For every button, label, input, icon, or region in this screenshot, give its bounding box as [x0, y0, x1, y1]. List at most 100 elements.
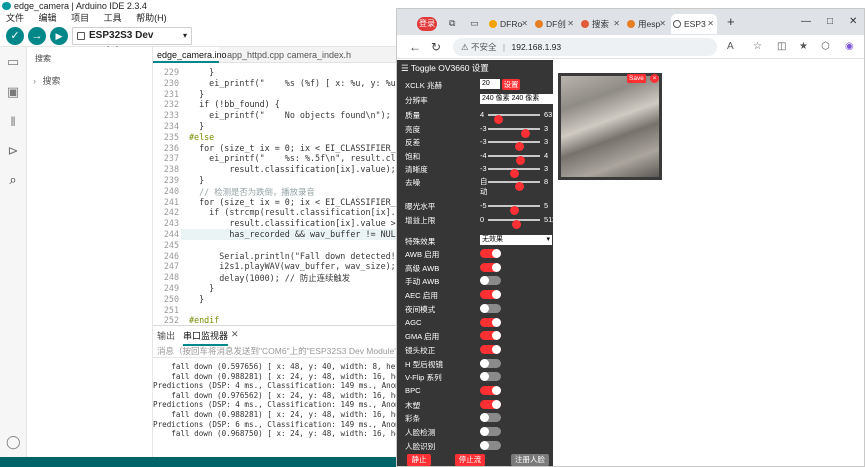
profile-icon[interactable]: ◯	[6, 435, 21, 449]
toggle-label: 高级 AWB	[405, 263, 440, 273]
toggle-switch[interactable]	[480, 386, 501, 395]
slider-track[interactable]	[488, 154, 540, 165]
close-tab-icon[interactable]: ✕	[659, 14, 666, 34]
xclk-set-button[interactable]: 设置	[502, 79, 520, 90]
not-secure-label: 不安全	[471, 42, 497, 52]
menu-tools[interactable]: 工具	[104, 12, 122, 25]
board-manager-icon[interactable]: ▣	[6, 85, 20, 99]
toggle-switch[interactable]	[480, 249, 501, 258]
back-icon[interactable]: ←	[409, 40, 421, 54]
toggle-switch[interactable]	[480, 344, 501, 354]
browser-tab-3[interactable]: 搜索 ✕	[579, 14, 623, 34]
ide-toolbar: ✓ → ▶ ESP32S3 Dev Module ▾	[0, 25, 400, 57]
line-number: 244	[163, 229, 179, 239]
slider-track[interactable]	[488, 205, 540, 215]
save-button[interactable]: Save	[627, 74, 646, 83]
toggle-label: 彩条	[405, 414, 421, 424]
tab-edge-camera[interactable]: edge_camera.ino	[153, 47, 227, 63]
new-tab-icon[interactable]: +	[727, 14, 735, 29]
copilot-icon[interactable]: ◉	[845, 41, 854, 52]
close-icon[interactable]: ✕	[231, 329, 239, 340]
debug-button[interactable]: ▶	[50, 27, 68, 45]
toggle-switch[interactable]	[480, 399, 501, 409]
tab-actions-icon[interactable]: ▭	[470, 18, 479, 29]
toggle-switch[interactable]	[480, 413, 501, 423]
toggle-switch[interactable]	[480, 440, 501, 450]
tab-output[interactable]: 输出	[157, 329, 175, 342]
effect-select[interactable]: 无效果 ▾	[480, 235, 552, 245]
close-tab-icon[interactable]: ✕	[707, 14, 714, 34]
denoise-thumb[interactable]	[515, 182, 525, 191]
split-screen-icon[interactable]: ◫	[777, 41, 786, 52]
toggle-switch[interactable]	[480, 331, 501, 341]
verify-button[interactable]: ✓	[6, 27, 24, 45]
folder-icon[interactable]: ▭	[6, 55, 20, 69]
enroll-face-button[interactable]: 注册人脸	[511, 454, 549, 466]
toggle-label: 人脸检测	[405, 428, 436, 438]
close-stream-button[interactable]: ×	[650, 74, 659, 83]
search-input[interactable]: › 搜索	[33, 74, 145, 88]
browser-tab-active[interactable]: ESP3 ✕	[671, 14, 717, 34]
stop-stream-button[interactable]: 停止流	[455, 454, 485, 466]
toggle-switch[interactable]	[480, 372, 501, 382]
extensions-icon[interactable]: ⬡	[821, 41, 830, 52]
resolution-select[interactable]: 240 像素 240 像素	[480, 94, 558, 104]
xclk-input[interactable]: 20	[480, 79, 500, 89]
denoise-min: 自动	[480, 177, 488, 196]
toggle-switch[interactable]	[480, 290, 501, 300]
close-tab-icon[interactable]: ✕	[567, 14, 574, 34]
minimize-icon[interactable]: —	[801, 16, 811, 27]
settings-toggle-title[interactable]: ☰ Toggle OV3660 设置	[401, 62, 489, 74]
toggle-label: 木塑	[405, 400, 421, 410]
menu-project[interactable]: 项目	[71, 12, 89, 25]
debug-icon[interactable]: ⊳	[6, 144, 20, 158]
favorite-icon[interactable]: ☆	[753, 41, 762, 52]
board-selector[interactable]: ESP32S3 Dev Module ▾	[72, 27, 192, 57]
ide-statusbar	[0, 457, 400, 467]
toggle-switch[interactable]	[480, 317, 501, 327]
maximize-icon[interactable]: □	[827, 16, 833, 27]
favorites-icon[interactable]: ★	[799, 41, 808, 52]
login-button[interactable]: 登录	[417, 17, 437, 31]
slider-track[interactable]	[488, 141, 540, 152]
slider-thumb[interactable]	[511, 219, 521, 229]
close-tab-icon[interactable]: ✕	[521, 14, 528, 34]
toggle-label: GMA 启用	[405, 332, 440, 342]
serial-line: fall down (0.976562) [ x: 24, y: 48, wid…	[171, 390, 400, 400]
code-editor[interactable]: 229 } 230 ei_printf(" %s (%f) [ x: %u, y:…	[153, 63, 400, 325]
denoise-track[interactable]	[488, 181, 540, 191]
serial-message-input[interactable]: 消息（按回车将消息发送到"COM6"上的"ESP32S3 Dev Module"…	[153, 344, 400, 358]
browser-tab-4[interactable]: 用esp ✕	[625, 14, 669, 34]
toggle-switch[interactable]	[480, 427, 501, 437]
serial-output: fall down (0.597656) [ x: 48, y: 40, wid…	[153, 362, 400, 457]
still-button[interactable]: 静止	[407, 454, 431, 466]
browser-tab-1[interactable]: DFRo ✕	[487, 14, 531, 34]
library-icon[interactable]: ‖	[6, 115, 20, 129]
toggle-knob	[480, 413, 489, 423]
toggle-switch[interactable]	[480, 358, 501, 368]
refresh-icon[interactable]: ↻	[431, 40, 441, 54]
toggle-switch[interactable]	[480, 276, 501, 286]
tab-app-httpd[interactable]: app_httpd.cpp	[223, 47, 284, 63]
toggle-label: 夜间模式	[405, 304, 436, 314]
upload-button[interactable]: →	[28, 27, 46, 45]
slider-track[interactable]	[488, 168, 540, 179]
toggle-switch[interactable]	[480, 262, 501, 272]
menu-edit[interactable]: 编辑	[39, 12, 57, 25]
slider-track[interactable]	[488, 127, 540, 138]
stream-container: Save ×	[558, 73, 662, 180]
url-field[interactable]: ⚠ 不安全 | 192.168.1.93	[453, 38, 717, 56]
browser-tab-2[interactable]: DF创 ✕	[533, 14, 577, 34]
serial-line: fall down (0.597656) [ x: 48, y: 40, wid…	[171, 362, 400, 371]
slider-track[interactable]	[488, 114, 540, 124]
tab-camera-index[interactable]: camera_index.h	[283, 47, 351, 63]
slider-track[interactable]	[488, 218, 540, 229]
close-window-icon[interactable]: ✕	[849, 16, 857, 27]
workspaces-icon[interactable]: ⧉	[449, 18, 455, 29]
menu-help[interactable]: 帮助(H)	[136, 12, 167, 25]
read-aloud-icon[interactable]: A	[727, 41, 734, 52]
close-tab-icon[interactable]: ✕	[613, 14, 620, 34]
toggle-switch[interactable]	[480, 303, 501, 313]
search-icon[interactable]: ⌕	[6, 173, 20, 187]
menu-file[interactable]: 文件	[6, 12, 24, 25]
